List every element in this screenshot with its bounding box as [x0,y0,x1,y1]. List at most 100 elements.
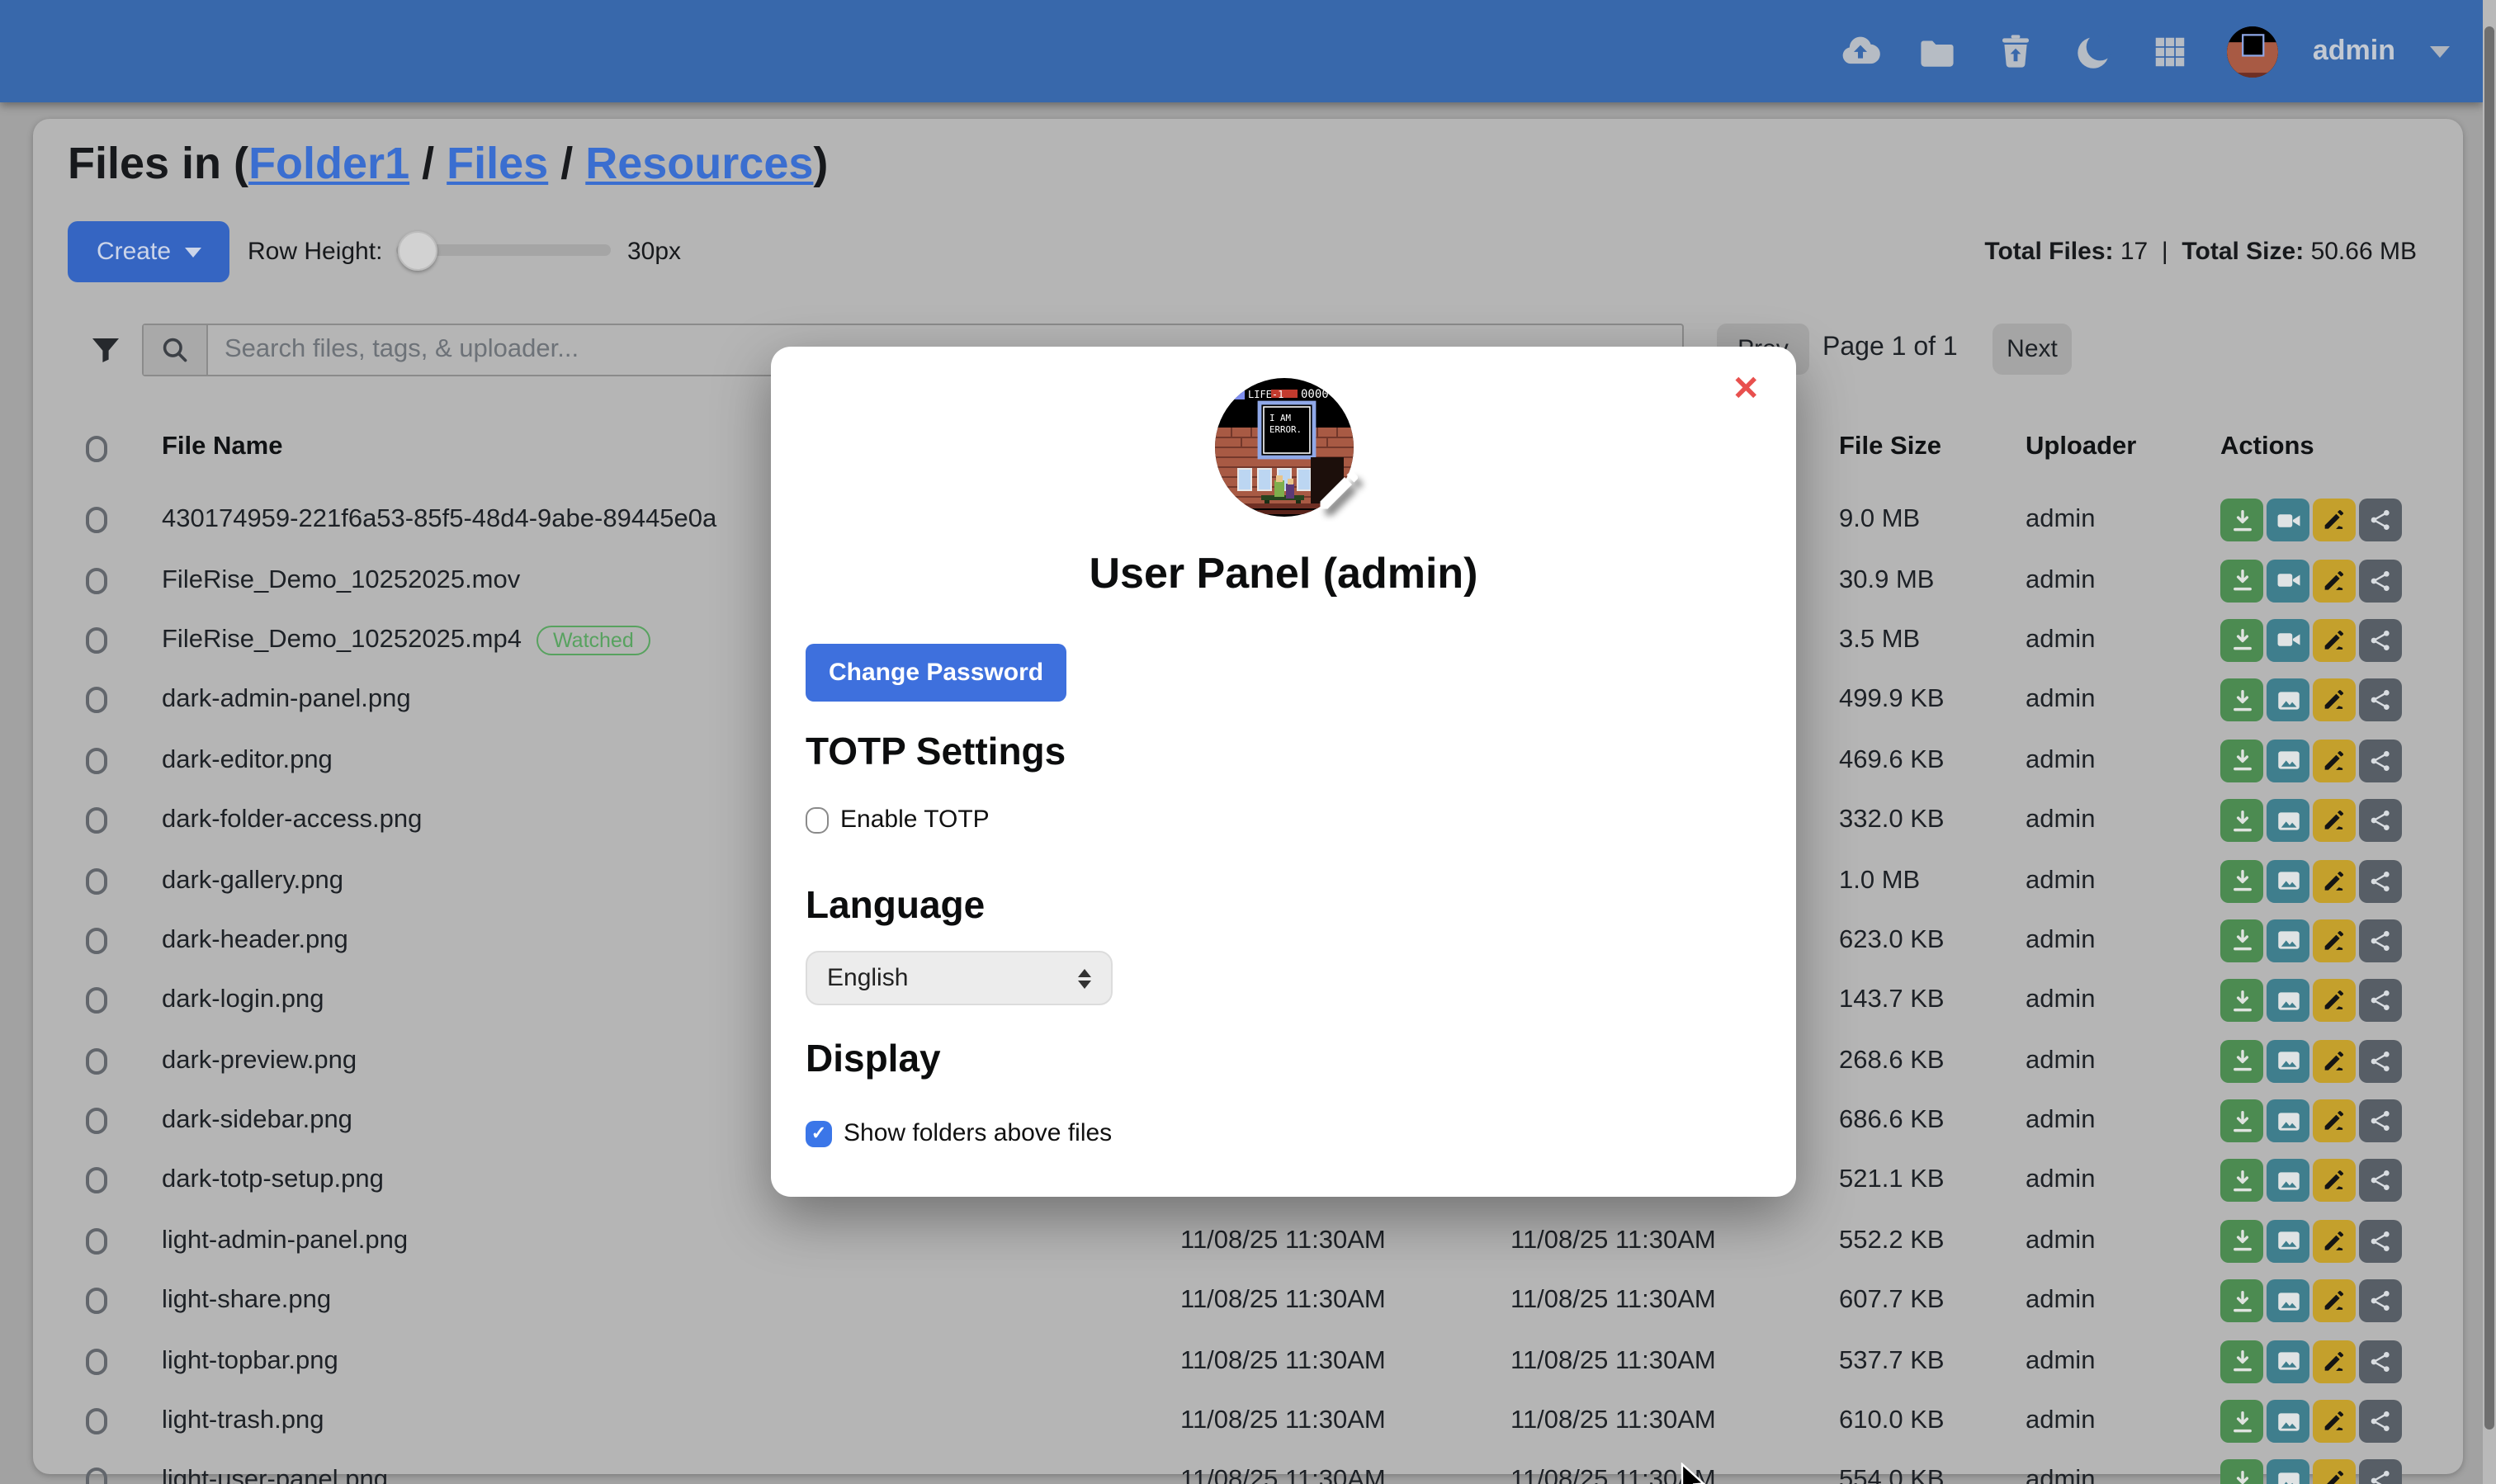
file-name[interactable]: 430174959-221f6a53-85f5-48d4-9abe-89445e… [162,505,716,535]
row-checkbox[interactable] [86,1168,107,1194]
download-button[interactable] [2220,1099,2263,1142]
row-checkbox[interactable] [86,1047,107,1074]
share-button[interactable] [2359,799,2402,842]
apps-grid-button[interactable] [2149,30,2192,73]
edit-button[interactable] [2313,859,2356,902]
share-button[interactable] [2359,980,2402,1023]
file-name[interactable]: light-user-panel.png [162,1467,388,1484]
download-button[interactable] [2220,1160,2263,1203]
row-checkbox[interactable] [86,507,107,533]
preview-button[interactable] [2267,1099,2309,1142]
folder-manager-button[interactable] [1917,30,1959,73]
preview-button[interactable] [2267,619,2309,662]
download-button[interactable] [2220,559,2263,602]
preview-button[interactable] [2267,799,2309,842]
row-checkbox[interactable] [86,688,107,714]
row-checkbox[interactable] [86,988,107,1014]
row-checkbox[interactable] [86,1348,107,1374]
row-checkbox[interactable] [86,627,107,654]
breadcrumb-link-files[interactable]: Files [447,139,548,188]
enable-totp-checkbox[interactable] [806,806,829,833]
breadcrumb-link-resources[interactable]: Resources [585,139,813,188]
download-button[interactable] [2220,799,2263,842]
column-header-uploader[interactable]: Uploader [2026,432,2136,462]
share-button[interactable] [2359,740,2402,782]
download-button[interactable] [2220,1400,2263,1443]
filter-icon[interactable] [89,333,122,375]
download-button[interactable] [2220,679,2263,722]
share-button[interactable] [2359,859,2402,902]
file-name[interactable]: dark-login.png [162,986,324,1016]
share-button[interactable] [2359,1460,2402,1484]
share-button[interactable] [2359,1160,2402,1203]
share-button[interactable] [2359,1220,2402,1263]
download-button[interactable] [2220,1220,2263,1263]
user-menu-caret-icon[interactable] [2430,45,2450,57]
edit-button[interactable] [2313,679,2356,722]
share-button[interactable] [2359,559,2402,602]
row-checkbox[interactable] [86,928,107,954]
preview-button[interactable] [2267,1160,2309,1203]
download-button[interactable] [2220,980,2263,1023]
preview-button[interactable] [2267,980,2309,1023]
share-button[interactable] [2359,1340,2402,1382]
edit-button[interactable] [2313,740,2356,782]
download-button[interactable] [2220,1039,2263,1082]
file-name[interactable]: light-admin-panel.png [162,1226,408,1256]
row-checkbox[interactable] [86,1408,107,1434]
select-all-checkbox[interactable] [86,436,107,462]
edit-button[interactable] [2313,980,2356,1023]
file-name[interactable]: dark-sidebar.png [162,1106,352,1136]
row-checkbox[interactable] [86,867,107,894]
row-checkbox[interactable] [86,807,107,834]
edit-avatar-icon[interactable] [1313,466,1363,515]
row-height-slider-thumb[interactable] [398,231,437,271]
preview-button[interactable] [2267,859,2309,902]
scrollbar-thumb[interactable] [2484,26,2494,1430]
edit-button[interactable] [2313,1400,2356,1443]
user-avatar[interactable] [2227,26,2278,77]
edit-button[interactable] [2313,1340,2356,1382]
file-name[interactable]: dark-totp-setup.png [162,1166,384,1196]
file-name[interactable]: dark-folder-access.png [162,806,422,835]
close-icon[interactable]: ✕ [1732,373,1760,406]
edit-button[interactable] [2313,919,2356,962]
share-button[interactable] [2359,1039,2402,1082]
share-button[interactable] [2359,1280,2402,1323]
language-select[interactable]: English [806,951,1113,1005]
change-password-button[interactable]: Change Password [806,644,1066,702]
download-button[interactable] [2220,740,2263,782]
file-name[interactable]: FileRise_Demo_10252025.mp4Watched [162,626,650,655]
preview-button[interactable] [2267,1340,2309,1382]
file-name[interactable]: dark-admin-panel.png [162,686,411,716]
show-folders-checkbox[interactable]: ✓ [806,1120,832,1146]
share-button[interactable] [2359,679,2402,722]
column-header-file-name[interactable]: File Name [162,432,282,462]
share-button[interactable] [2359,919,2402,962]
preview-button[interactable] [2267,1220,2309,1263]
file-name[interactable]: dark-editor.png [162,746,333,776]
preview-button[interactable] [2267,1039,2309,1082]
preview-button[interactable] [2267,1400,2309,1443]
edit-button[interactable] [2313,619,2356,662]
download-button[interactable] [2220,1460,2263,1484]
edit-button[interactable] [2313,1160,2356,1203]
row-checkbox[interactable] [86,567,107,593]
preview-button[interactable] [2267,559,2309,602]
create-button[interactable]: Create [68,221,229,282]
file-name[interactable]: light-topbar.png [162,1346,338,1376]
edit-button[interactable] [2313,1099,2356,1142]
row-checkbox[interactable] [86,748,107,774]
file-name[interactable]: dark-header.png [162,926,348,956]
file-name[interactable]: FileRise_Demo_10252025.mov [162,565,520,595]
download-button[interactable] [2220,1340,2263,1382]
upload-button[interactable] [1839,30,1882,73]
share-button[interactable] [2359,1400,2402,1443]
preview-button[interactable] [2267,679,2309,722]
preview-button[interactable] [2267,740,2309,782]
next-page-button[interactable]: Next [1993,324,2072,375]
edit-button[interactable] [2313,1220,2356,1263]
row-checkbox[interactable] [86,1288,107,1315]
edit-button[interactable] [2313,1460,2356,1484]
download-button[interactable] [2220,1280,2263,1323]
